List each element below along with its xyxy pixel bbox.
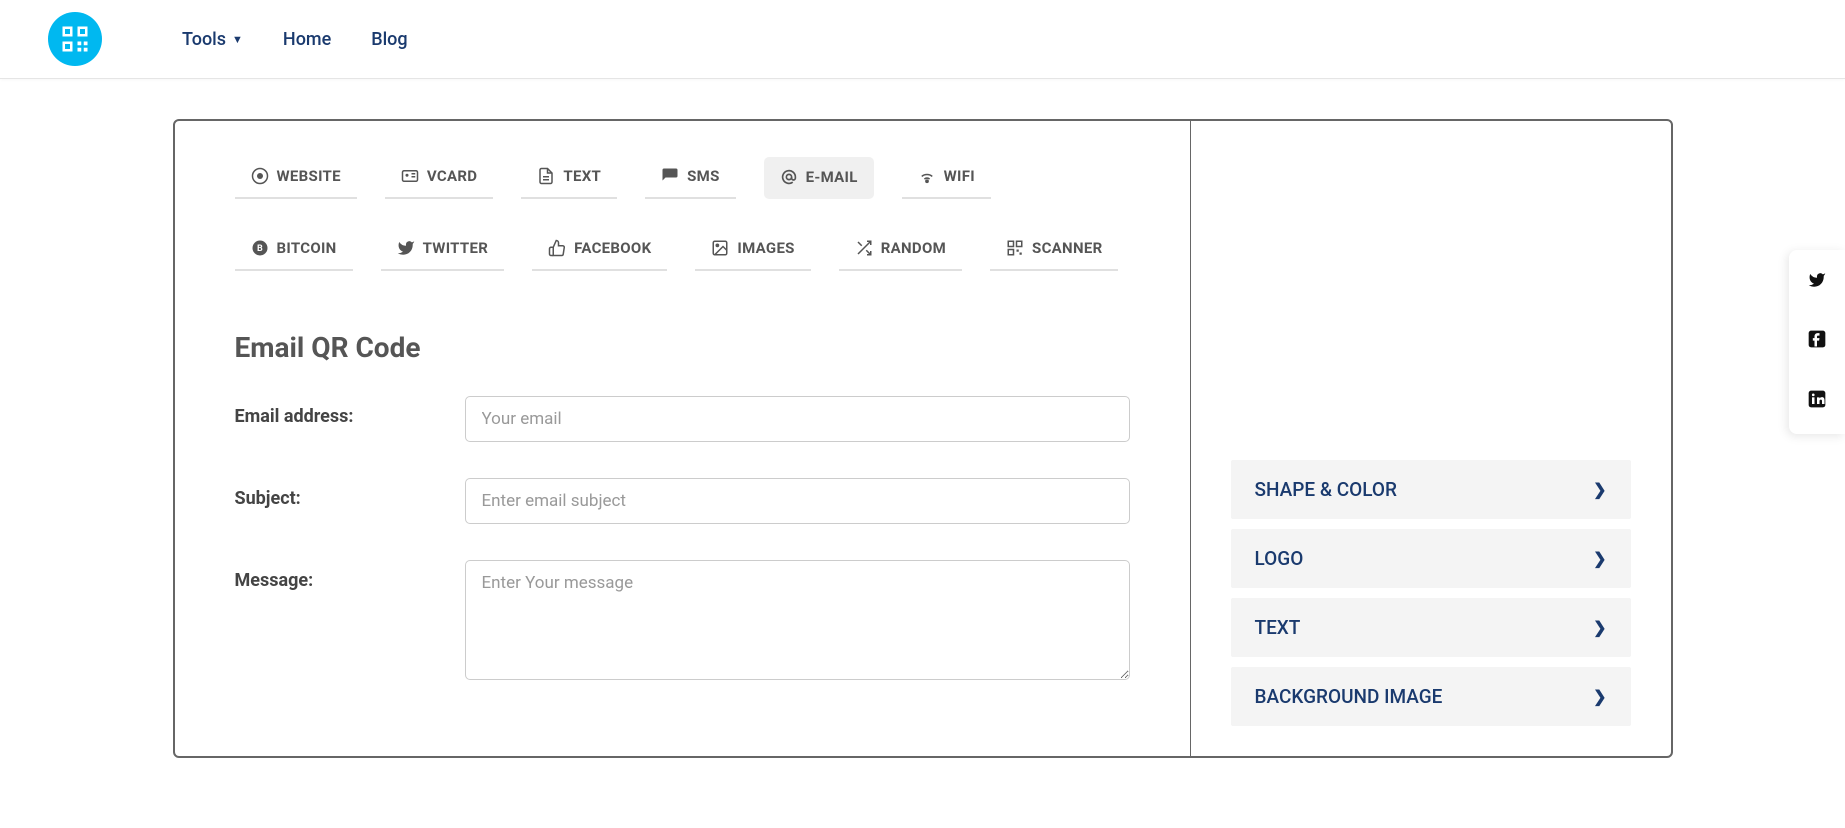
qr-preview-area [1211,151,1651,460]
accordion-logo[interactable]: LOGO ❯ [1231,529,1631,588]
tab-vcard[interactable]: VCARD [385,157,493,199]
chevron-right-icon: ❯ [1593,687,1606,706]
tab-label: VCARD [427,167,477,185]
nav-home-label: Home [283,29,331,50]
tab-label: FACEBOOK [574,239,651,257]
tab-scanner[interactable]: SCANNER [990,229,1118,271]
tab-random[interactable]: RANDOM [839,229,962,271]
wifi-icon [918,167,936,185]
form-row-email: Email address: [235,396,1130,442]
social-share-panel [1789,250,1845,434]
tab-images[interactable]: IMAGES [695,229,810,271]
accordion-label: BACKGROUND IMAGE [1255,685,1443,708]
file-icon [537,167,555,185]
chevron-right-icon: ❯ [1593,549,1606,568]
chevron-right-icon: ❯ [1593,480,1606,499]
bitcoin-icon: B [251,239,269,257]
nav-tools-label: Tools [182,29,226,50]
sms-icon [661,167,679,185]
tab-label: TEXT [563,167,601,185]
twitter-icon [397,239,415,257]
tab-label: SCANNER [1032,239,1102,257]
tab-twitter[interactable]: TWITTER [381,229,505,271]
social-linkedin-button[interactable] [1801,386,1833,418]
qr-type-tabs: WEBSITE VCARD TEXT SMS E-MAIL WIFI B BITCOIN TWI… [235,157,1130,271]
tab-bitcoin[interactable]: B BITCOIN [235,229,353,271]
tab-label: IMAGES [737,239,794,257]
tab-label: SMS [687,167,720,185]
chrome-icon [251,167,269,185]
subject-label: Subject: [235,478,465,524]
qr-icon [1006,239,1024,257]
subject-field[interactable] [465,478,1130,524]
tab-label: WEBSITE [277,167,341,185]
at-icon [780,168,798,186]
main-panel: WEBSITE VCARD TEXT SMS E-MAIL WIFI B BITCOIN TWI… [173,119,1673,758]
email-field[interactable] [465,396,1130,442]
message-label: Message: [235,560,465,684]
tab-label: TWITTER [423,239,489,257]
tab-sms[interactable]: SMS [645,157,736,199]
nav-blog[interactable]: Blog [371,29,407,50]
facebook-icon [1807,329,1827,355]
nav-blog-label: Blog [371,29,407,50]
caret-down-icon: ▼ [232,33,243,46]
email-label: Email address: [235,396,465,442]
accordion-text[interactable]: TEXT ❯ [1231,598,1631,657]
tab-facebook[interactable]: FACEBOOK [532,229,667,271]
accordion-label: SHAPE & COLOR [1255,478,1397,501]
accordion-shape-color[interactable]: SHAPE & COLOR ❯ [1231,460,1631,519]
shuffle-icon [855,239,873,257]
nav-tools[interactable]: Tools ▼ [182,29,243,50]
nav-home[interactable]: Home [283,29,331,50]
main-nav: Tools ▼ Home Blog [182,29,408,50]
tab-label: WIFI [944,167,975,185]
tab-label: E-MAIL [806,168,858,186]
brand-logo[interactable] [48,12,102,66]
accordion-label: TEXT [1255,616,1301,639]
thumbs-up-icon [548,239,566,257]
message-field[interactable] [465,560,1130,680]
twitter-icon [1808,270,1826,295]
tab-text[interactable]: TEXT [521,157,617,199]
social-twitter-button[interactable] [1801,266,1833,298]
right-panel: SHAPE & COLOR❯LOGO❯TEXT❯BACKGROUND IMAGE… [1191,121,1671,756]
accordion-list: SHAPE & COLOR❯LOGO❯TEXT❯BACKGROUND IMAGE… [1211,460,1651,726]
tab-wifi[interactable]: WIFI [902,157,991,199]
form-row-message: Message: [235,560,1130,684]
form-row-subject: Subject: [235,478,1130,524]
id-card-icon [401,167,419,185]
linkedin-icon [1807,389,1827,415]
tab-website[interactable]: WEBSITE [235,157,357,199]
social-facebook-button[interactable] [1801,326,1833,358]
tab-label: BITCOIN [277,239,337,257]
chevron-right-icon: ❯ [1593,618,1606,637]
accordion-label: LOGO [1255,547,1304,570]
form-title: Email QR Code [235,331,1130,364]
image-icon [711,239,729,257]
tab-label: RANDOM [881,239,946,257]
svg-text:B: B [257,244,263,254]
accordion-background-image[interactable]: BACKGROUND IMAGE ❯ [1231,667,1631,726]
left-panel: WEBSITE VCARD TEXT SMS E-MAIL WIFI B BITCOIN TWI… [175,121,1191,756]
tab-email[interactable]: E-MAIL [764,157,874,199]
header: Tools ▼ Home Blog [0,0,1845,79]
qr-icon [60,24,90,54]
